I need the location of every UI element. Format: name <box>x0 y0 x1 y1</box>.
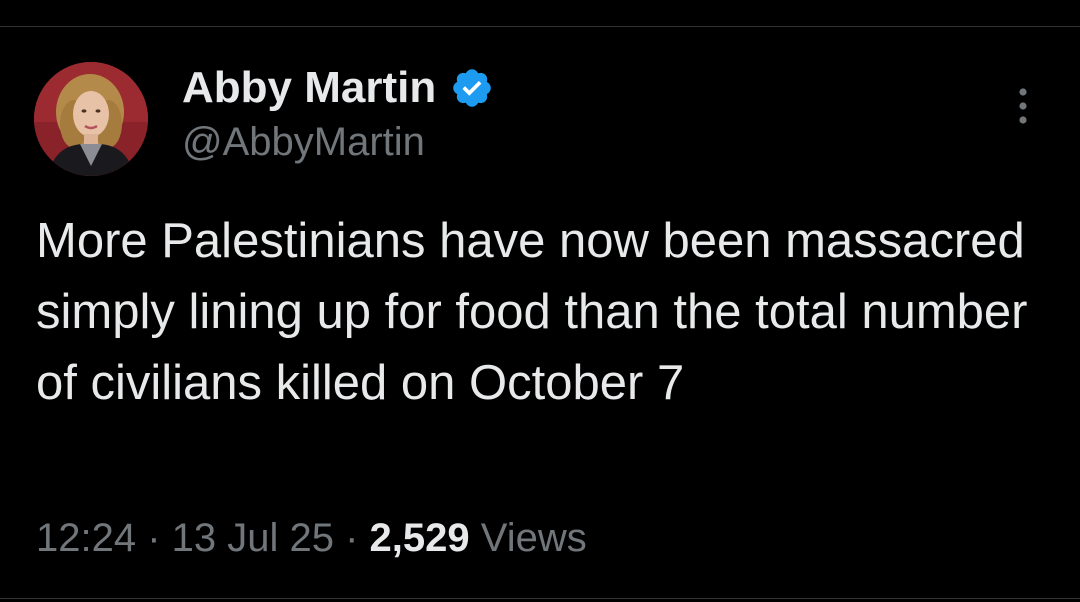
author-name[interactable]: Abby Martin <box>182 62 436 114</box>
meta-separator: · <box>334 516 370 560</box>
avatar[interactable] <box>34 62 148 176</box>
tweet-date[interactable]: 13 Jul 25 <box>172 516 334 560</box>
author-name-row[interactable]: Abby Martin <box>182 62 494 114</box>
tweet-time[interactable]: 12:24 <box>36 516 136 560</box>
verified-badge-icon[interactable] <box>450 66 494 110</box>
views-label[interactable]: Views <box>470 516 587 560</box>
tweet[interactable]: Abby Martin @AbbyMartin More Palestinian… <box>0 0 1080 602</box>
tweet-meta: 12:24 · 13 Jul 25 · 2,529 Views <box>36 510 587 566</box>
bottom-divider <box>0 598 1080 599</box>
more-vertical-icon[interactable] <box>1006 86 1040 126</box>
meta-separator: · <box>136 516 172 560</box>
views-count[interactable]: 2,529 <box>370 516 470 560</box>
author-handle[interactable]: @AbbyMartin <box>182 118 425 166</box>
tweet-text: More Palestinians have now been massacre… <box>36 214 1028 410</box>
